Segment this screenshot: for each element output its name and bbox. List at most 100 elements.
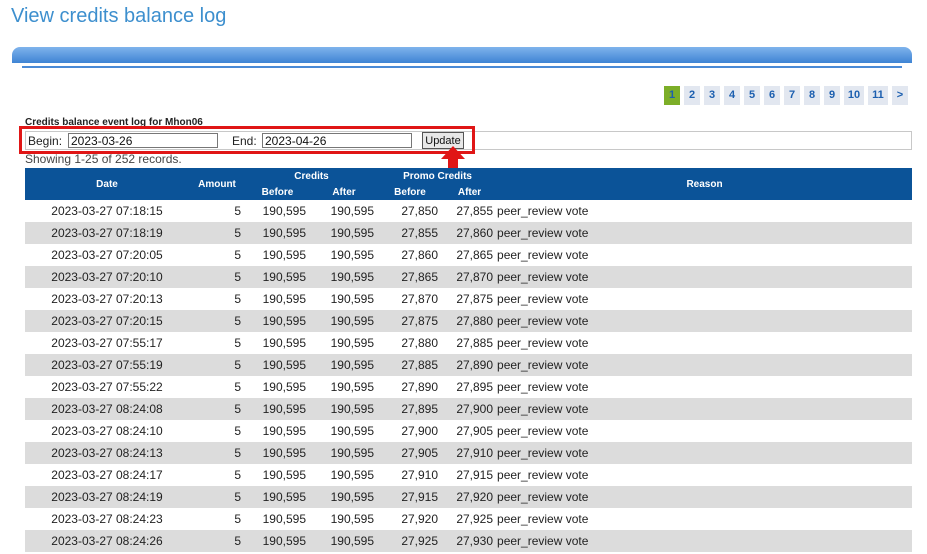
credits-before-cell: 190,595 xyxy=(245,222,310,244)
credits-before-cell: 190,595 xyxy=(262,292,306,306)
credits-before-cell: 190,595 xyxy=(262,336,306,350)
credits-after-cell: 190,595 xyxy=(310,354,379,376)
page-link-5[interactable]: 5 xyxy=(744,86,760,105)
reason-cell: peer_review vote xyxy=(497,222,912,244)
reason-cell: peer_review vote xyxy=(497,336,589,350)
amount-cell: 5 xyxy=(234,292,241,306)
amount-cell: 5 xyxy=(234,336,241,350)
page-link-11[interactable]: 11 xyxy=(868,86,888,105)
table-row: 2023-03-27 07:18:19 5 190,595 190,595 27,855… xyxy=(25,222,912,244)
table-row: 2023-03-27 07:18:15 5 190,595 190,595 27,850… xyxy=(25,200,912,222)
promo-after-cell: 27,905 xyxy=(456,424,494,438)
amount-cell: 5 xyxy=(189,398,245,420)
promo-before-cell: 27,875 xyxy=(378,310,443,332)
promo-after-cell: 27,870 xyxy=(442,266,498,288)
promo-before-cell: 27,900 xyxy=(401,424,439,438)
page-link-9[interactable]: 9 xyxy=(824,86,840,105)
promo-after-cell: 27,915 xyxy=(456,468,494,482)
promo-after-cell: 27,880 xyxy=(442,310,498,332)
date-cell: 2023-03-27 07:55:19 xyxy=(25,354,189,376)
page-link-6[interactable]: 6 xyxy=(764,86,780,105)
credits-after-cell: 190,595 xyxy=(310,398,379,420)
promo-after-cell: 27,875 xyxy=(456,292,494,306)
promo-before-cell: 27,890 xyxy=(401,380,439,394)
promo-before-cell: 27,905 xyxy=(378,442,443,464)
next-page-link[interactable]: > xyxy=(892,86,908,105)
credits-after-cell: 190,595 xyxy=(310,486,379,508)
promo-before-cell: 27,895 xyxy=(378,398,443,420)
date-cell: 2023-03-27 07:18:19 xyxy=(25,222,189,244)
table-row: 2023-03-27 07:55:22 5 190,595 190,595 27,890… xyxy=(25,376,912,398)
amount-cell: 5 xyxy=(189,310,245,332)
promo-after-cell: 27,925 xyxy=(456,512,494,526)
credits-before-cell: 190,595 xyxy=(262,380,306,394)
pagination: 1 2 3 4 5 6 7 8 9 10 11 > xyxy=(664,86,908,105)
page-link-4[interactable]: 4 xyxy=(724,86,740,105)
credits-after-cell: 190,595 xyxy=(310,442,379,464)
page-link-2[interactable]: 2 xyxy=(684,86,700,105)
credits-after-cell: 190,595 xyxy=(330,204,375,218)
date-cell: 2023-03-27 08:24:10 xyxy=(51,424,163,438)
reason-cell: peer_review vote xyxy=(497,248,589,262)
date-cell: 2023-03-27 08:24:08 xyxy=(25,398,189,420)
page-link-8[interactable]: 8 xyxy=(804,86,820,105)
credits-before-cell: 190,595 xyxy=(262,248,306,262)
credits-header: Credits xyxy=(245,168,379,184)
reason-cell: peer_review vote xyxy=(497,398,912,420)
amount-cell: 5 xyxy=(189,354,245,376)
date-cell: 2023-03-27 07:20:10 xyxy=(25,266,189,288)
date-cell: 2023-03-27 07:55:22 xyxy=(51,380,163,394)
promo-before-cell: 27,885 xyxy=(378,354,443,376)
promo-before-cell: 27,915 xyxy=(378,486,443,508)
promo-before-cell: 27,870 xyxy=(401,292,439,306)
promo-after-cell: 27,890 xyxy=(442,354,498,376)
page-link-3[interactable]: 3 xyxy=(704,86,720,105)
table-row: 2023-03-27 07:55:19 5 190,595 190,595 27,885… xyxy=(25,354,912,376)
credits-after-cell: 190,595 xyxy=(330,292,375,306)
credits-after-cell: 190,595 xyxy=(330,248,375,262)
reason-cell: peer_review vote xyxy=(497,424,589,438)
credits-before-cell: 190,595 xyxy=(245,442,310,464)
table-row: 2023-03-27 07:20:13 5 190,595 190,595 27,870… xyxy=(25,288,912,310)
table-row: 2023-03-27 08:24:08 5 190,595 190,595 27,895… xyxy=(25,398,912,420)
page-link-7[interactable]: 7 xyxy=(784,86,800,105)
credits-after-cell: 190,595 xyxy=(310,222,379,244)
record-count: Showing 1-25 of 252 records. xyxy=(25,152,182,166)
credits-before-cell: 190,595 xyxy=(262,424,306,438)
promo-after-cell: 27,920 xyxy=(442,486,498,508)
page-link-1[interactable]: 1 xyxy=(664,86,680,105)
date-cell: 2023-03-27 08:24:23 xyxy=(51,512,163,526)
reason-cell: peer_review vote xyxy=(497,266,912,288)
table-row: 2023-03-27 07:20:05 5 190,595 190,595 27,860… xyxy=(25,244,912,266)
credits-before-cell: 190,595 xyxy=(245,266,310,288)
promo-after-cell: 27,860 xyxy=(442,222,498,244)
credits-before-cell: 190,595 xyxy=(245,486,310,508)
page-title: View credits balance log xyxy=(11,5,227,27)
amount-cell: 5 xyxy=(234,248,241,262)
credits-after-cell: 190,595 xyxy=(330,380,375,394)
reason-cell: peer_review vote xyxy=(497,292,589,306)
table-row: 2023-03-27 07:20:15 5 190,595 190,595 27,875… xyxy=(25,310,912,332)
header-divider xyxy=(22,66,902,68)
amount-cell: 5 xyxy=(234,380,241,394)
highlight-box xyxy=(19,126,475,154)
amount-cell: 5 xyxy=(234,204,241,218)
table-row: 2023-03-27 08:24:19 5 190,595 190,595 27,915… xyxy=(25,486,912,508)
credits-after-cell: 190,595 xyxy=(330,424,375,438)
amount-cell: 5 xyxy=(189,222,245,244)
reason-cell: peer_review vote xyxy=(497,204,589,218)
log-table-body: 2023-03-27 07:18:15 5 190,595 190,595 27,850… xyxy=(25,200,912,552)
amount-cell: 5 xyxy=(234,468,241,482)
credits-after-cell: 190,595 xyxy=(330,512,375,526)
credits-before-cell: 190,595 xyxy=(245,530,310,552)
credits-after-header: After xyxy=(310,184,379,200)
credits-before-cell: 190,595 xyxy=(245,354,310,376)
promo-before-cell: 27,880 xyxy=(401,336,439,350)
date-cell: 2023-03-27 08:24:17 xyxy=(51,468,163,482)
page-link-10[interactable]: 10 xyxy=(844,86,864,105)
amount-cell: 5 xyxy=(189,266,245,288)
date-header: Date xyxy=(25,168,189,200)
date-cell: 2023-03-27 07:20:15 xyxy=(25,310,189,332)
date-cell: 2023-03-27 07:55:17 xyxy=(51,336,163,350)
credits-before-cell: 190,595 xyxy=(245,398,310,420)
